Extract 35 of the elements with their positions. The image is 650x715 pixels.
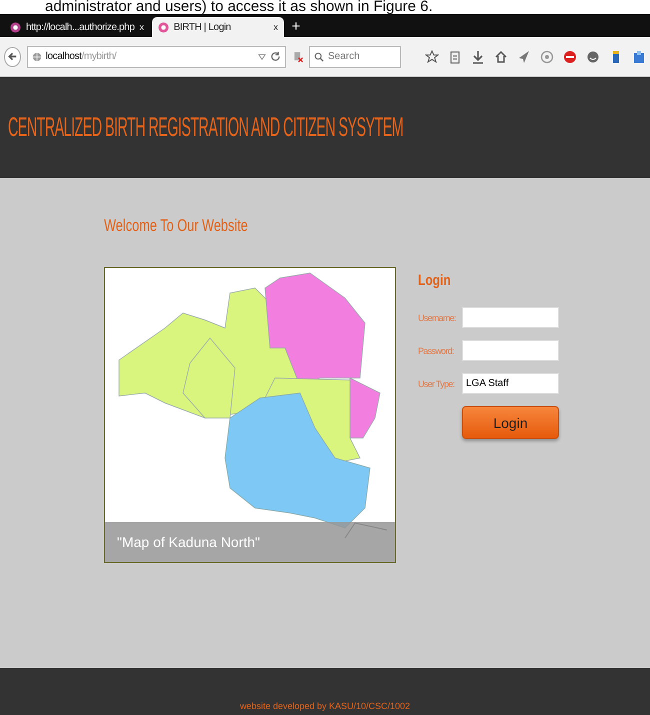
new-tab-button[interactable]: + [286,17,306,37]
address-bar[interactable]: localhost/mybirth/ [26,46,286,68]
star-icon[interactable] [425,50,439,64]
send-icon[interactable] [517,50,531,64]
stop-icon[interactable] [563,50,577,64]
download-icon[interactable] [471,50,485,64]
footer-text: website developed by KASU/10/CSC/1002 [240,701,410,711]
document-text: administrator and users) to access it as shown in Figure 6. [45,0,433,14]
back-arrow-icon [6,51,18,62]
login-heading: Login [418,272,451,289]
input-field[interactable]: LGA Staff [462,373,559,394]
input-field[interactable] [462,340,559,361]
smiley-icon[interactable] [586,50,600,64]
globe-icon [32,52,42,62]
login-button[interactable]: Login [462,406,559,439]
field-label: Password: [418,346,455,356]
clipboard-icon[interactable] [448,50,462,64]
input-field[interactable] [462,307,559,328]
reload-icon[interactable] [270,51,281,62]
browser-tab[interactable]: BIRTH | Login x [152,17,284,37]
back-button[interactable] [4,46,21,66]
field-label: User Type: [418,378,456,388]
circle-icon[interactable] [540,50,554,64]
addon-icon[interactable] [292,50,303,64]
home-icon[interactable] [494,50,508,64]
field-label: Username: [418,312,457,322]
search-field[interactable]: Search [309,46,401,68]
translate-icon[interactable] [632,50,646,64]
dropdown-icon[interactable] [258,52,266,60]
tab-favicon-icon [158,22,169,32]
browser-tab[interactable]: http://localh...authorize.php x [4,17,150,37]
welcome-heading: Welcome To Our Website [104,216,248,236]
tab-favicon-icon [10,22,21,32]
map-caption: "Map of Kaduna North" [117,534,260,550]
site-title: CENTRALIZED BIRTH REGISTRATION AND CITIZEN SYSYTEM [8,112,404,143]
